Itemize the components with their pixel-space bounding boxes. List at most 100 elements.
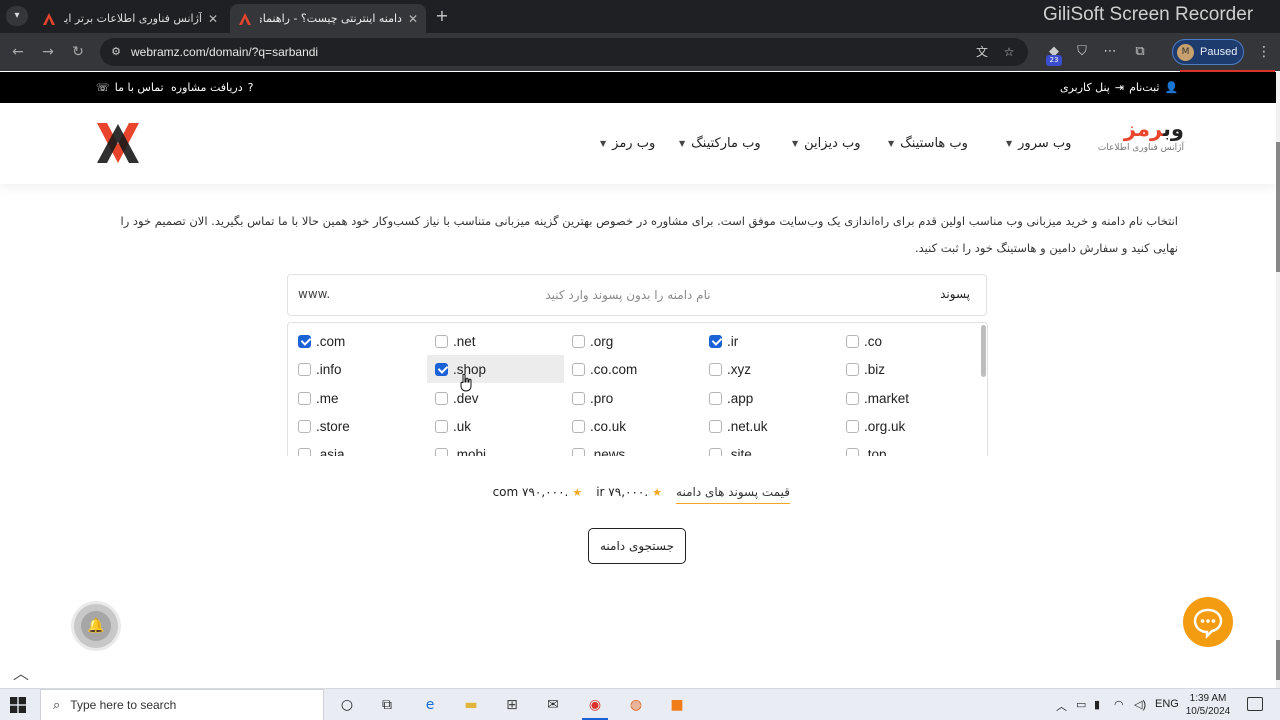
extension-checkbox[interactable] [846, 419, 859, 433]
address-bar[interactable]: ⚙ webramz.com/domain/?q=sarbandi 文 ☆ [100, 38, 1028, 66]
puzzle-icon[interactable]: ⧉ [1130, 42, 1150, 62]
extension-option[interactable]: .pro [572, 384, 692, 412]
extension-checkbox[interactable] [298, 419, 311, 433]
extension-option[interactable]: .co.com [572, 355, 692, 383]
translate-icon[interactable]: 文 [974, 44, 990, 60]
extension-option[interactable]: .asia [298, 440, 418, 456]
taskbar-clock[interactable]: 1:39 AM 10/5/2024 [1184, 692, 1232, 718]
extension-checkbox[interactable] [435, 391, 448, 405]
extension-checkbox[interactable] [846, 334, 859, 348]
extension-checkbox[interactable] [298, 447, 311, 456]
domain-name-input[interactable] [388, 283, 868, 307]
browser-menu-icon[interactable]: ⋮ [1256, 42, 1272, 62]
task-view-icon[interactable]: ⧉ [376, 694, 398, 716]
shield-icon[interactable]: ⛉ [1072, 42, 1092, 62]
extension-list-scrollbar[interactable] [981, 325, 986, 377]
new-tab-button[interactable]: + [432, 6, 452, 26]
wifi-icon[interactable]: ◠ [1114, 698, 1124, 711]
extension-prices-link[interactable]: قیمت پسوند های دامنه [676, 485, 790, 504]
nav-web-ramz[interactable]: وب رمز ▼ [600, 136, 655, 151]
scroll-to-top-chevron-icon[interactable]: ︿ [10, 660, 32, 683]
taskbar-search-box[interactable]: ⌕ Type here to search [40, 689, 324, 720]
store-icon[interactable]: ⊞ [501, 694, 523, 716]
extension-option[interactable]: .me [298, 384, 418, 412]
extension-checkbox[interactable] [572, 419, 585, 433]
file-explorer-icon[interactable]: ▬ [460, 694, 482, 716]
extension-option[interactable]: .com [298, 327, 418, 355]
back-arrow-icon[interactable]: ← [8, 42, 28, 62]
extension-option[interactable]: .ir [709, 327, 829, 355]
domain-search-button[interactable]: جستجوی دامنه [588, 528, 686, 564]
battery-icon[interactable]: ▮ [1094, 698, 1100, 711]
extension-checkbox[interactable] [846, 391, 859, 405]
extension-option[interactable]: .app [709, 384, 829, 412]
action-center-icon[interactable] [1247, 697, 1263, 711]
extension-checkbox[interactable] [572, 362, 585, 376]
extension-option[interactable]: .shop [427, 355, 564, 383]
extension-checkbox[interactable] [709, 362, 722, 376]
nav-web-hosting[interactable]: وب هاستینگ ▼ [888, 136, 968, 151]
extension-checkbox[interactable] [435, 419, 448, 433]
extension-checkbox[interactable] [298, 334, 311, 348]
mail-icon[interactable]: ✉ [542, 694, 564, 716]
extension-checkbox[interactable] [298, 391, 311, 405]
extension-option[interactable]: .top [846, 440, 966, 456]
extension-checkbox[interactable] [709, 391, 722, 405]
profile-button[interactable]: M Paused [1172, 39, 1244, 65]
edge-icon[interactable]: e [419, 694, 441, 716]
bookmark-star-icon[interactable]: ☆ [1001, 44, 1017, 60]
extension-checkbox[interactable] [846, 447, 859, 456]
extension-option[interactable]: .info [298, 355, 418, 383]
firefox-icon[interactable]: ◍ [625, 694, 647, 716]
extension-option[interactable]: .net [435, 327, 555, 355]
contact-link[interactable]: تماس با ما ☏ [96, 81, 164, 94]
nav-web-server[interactable]: وب سرور ▼ [1006, 136, 1071, 151]
extension-option[interactable]: .biz [846, 355, 966, 383]
extension-checkbox[interactable] [435, 334, 448, 348]
extension-option[interactable]: .news [572, 440, 692, 456]
close-icon[interactable]: ✕ [208, 12, 218, 26]
signup-login-link[interactable]: 👤 ثبت‌نام ⇥ پنل کاربری [1060, 81, 1178, 94]
notification-button[interactable]: 🔔 [74, 604, 118, 648]
site-info-icon[interactable]: ⚙ [108, 44, 124, 60]
extension-option[interactable]: .co [846, 327, 966, 355]
tab-domain-guide[interactable]: دامنه اینترنتی چیست؟ - راهنمای ... ✕ [230, 4, 426, 33]
cortana-icon[interactable]: ○ [336, 694, 358, 716]
more-extensions-icon[interactable]: ⋯ [1100, 42, 1120, 62]
language-indicator[interactable]: ENG [1155, 698, 1179, 710]
tab-webramz-home[interactable]: آژانس فناوری اطلاعات برتر ایران | ... ✕ [34, 4, 226, 33]
scrollbar-thumb[interactable] [1276, 142, 1280, 272]
extension-option[interactable]: .net.uk [709, 412, 829, 440]
extension-option[interactable]: .org.uk [846, 412, 966, 440]
nav-web-design[interactable]: وب دیزاین ▼ [792, 136, 861, 151]
close-icon[interactable]: ✕ [408, 12, 418, 26]
network-icon[interactable]: ▭ [1076, 698, 1086, 711]
extension-checkbox[interactable] [435, 362, 448, 376]
reload-icon[interactable]: ↻ [68, 42, 88, 62]
brand-mark-icon[interactable] [96, 122, 140, 164]
extension-checkbox[interactable] [298, 362, 311, 376]
extension-option[interactable]: .xyz [709, 355, 829, 383]
extension-option[interactable]: .store [298, 412, 418, 440]
nav-web-marketing[interactable]: وب مارکتینگ ▼ [679, 136, 761, 151]
windows-start-icon[interactable] [10, 697, 26, 713]
extension-checkbox[interactable] [572, 334, 585, 348]
screen-recorder-icon[interactable]: ■ [666, 694, 688, 716]
extension-option[interactable]: .org [572, 327, 692, 355]
forward-arrow-icon[interactable]: → [38, 42, 58, 62]
extension-checkbox[interactable] [709, 447, 722, 456]
chat-button[interactable] [1183, 597, 1233, 647]
extension-option[interactable]: .uk [435, 412, 555, 440]
extension-checkbox[interactable] [435, 447, 448, 456]
extension-list[interactable]: .com .net .org .ir .co .info .shop .co.com .xyz.… [287, 322, 988, 456]
extension-checkbox[interactable] [572, 391, 585, 405]
extension-checkbox[interactable] [846, 362, 859, 376]
tab-search-button[interactable]: ▾ [6, 6, 28, 26]
extension-option[interactable]: .market [846, 384, 966, 412]
extension-option[interactable]: .dev [435, 384, 555, 412]
chrome-icon[interactable]: ◉ [584, 694, 606, 716]
page-scrollbar[interactable] [1276, 72, 1280, 688]
extension-option[interactable]: .mobi [435, 440, 555, 456]
site-logo[interactable]: وبرمز آژانس فناوری اطلاعات [1092, 117, 1185, 167]
extension-option[interactable]: .site [709, 440, 829, 456]
